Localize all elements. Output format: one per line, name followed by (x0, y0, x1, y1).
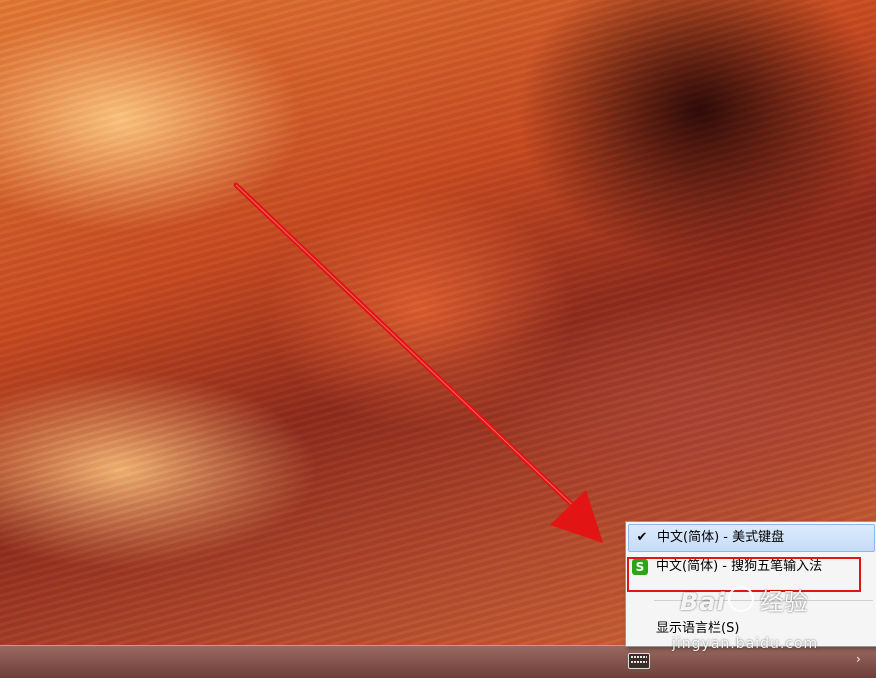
paw-icon (727, 586, 754, 612)
chevron-right-icon[interactable]: › (856, 652, 861, 666)
check-icon: ✔ (636, 530, 648, 545)
watermark-url: jingyan.baidu.com (672, 636, 819, 652)
watermark-brand: 经验 (759, 588, 808, 616)
keyboard-icon[interactable] (628, 653, 650, 669)
watermark-logo-text: Bai (680, 588, 726, 616)
menu-item-label: 显示语言栏(S) (656, 621, 740, 636)
baidu-jingyan-watermark: Bai 经验 jingyan.baidu.com (672, 582, 817, 652)
menu-item-label: 中文(简体) - 美式键盘 (657, 530, 785, 545)
menu-item-us-keyboard[interactable]: ✔ 中文(简体) - 美式键盘 (628, 524, 875, 552)
